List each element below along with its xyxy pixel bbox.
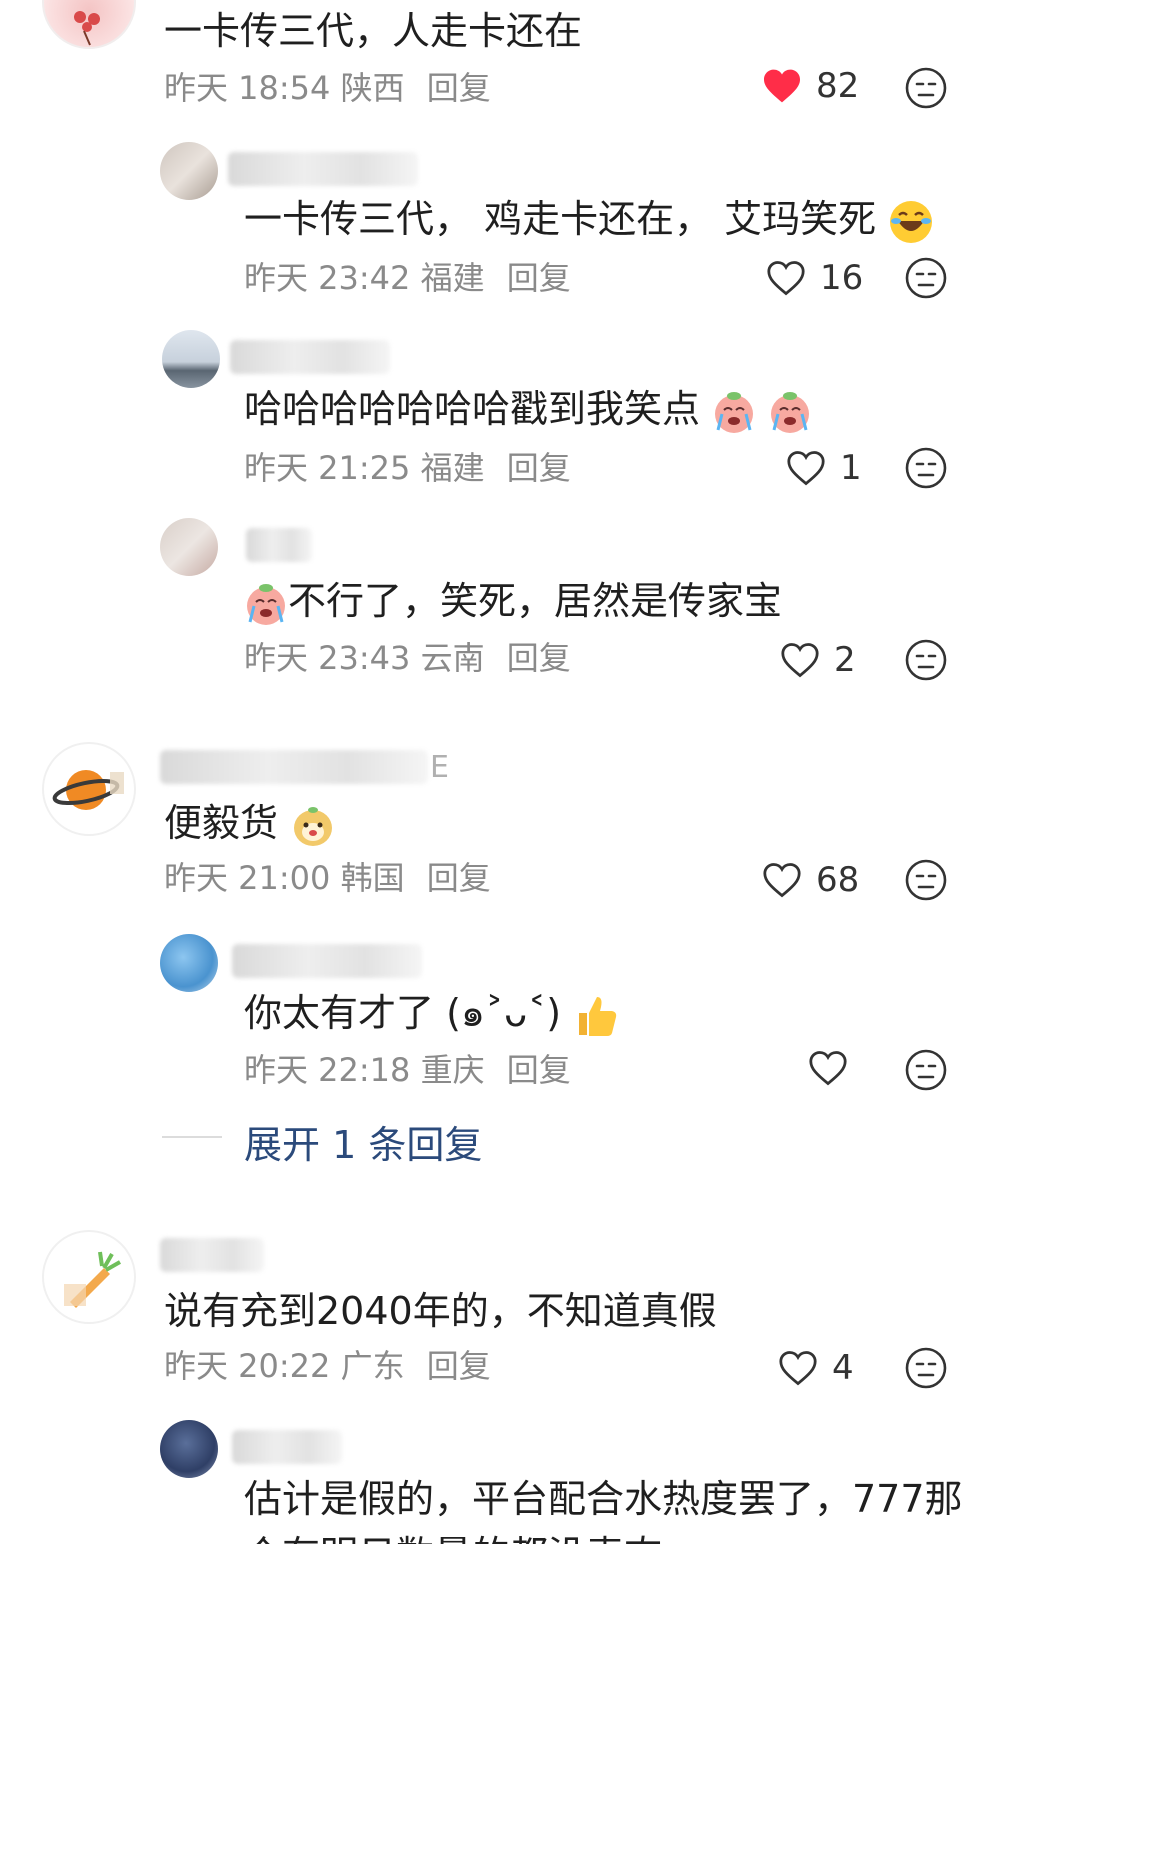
username-blurred[interactable] (160, 750, 428, 784)
crying-emoji (715, 391, 754, 433)
comment-meta: 昨天 23:43 云南 回复 (244, 638, 571, 678)
comment-location: 福建 (420, 449, 485, 487)
comment-text: 不行了，笑死，居然是传家宝 (244, 576, 782, 626)
avatar[interactable] (160, 142, 218, 200)
heart-icon (767, 261, 805, 296)
comment-location: 陕西 (340, 69, 405, 107)
planet-icon (52, 770, 124, 810)
username-blurred[interactable] (232, 944, 422, 978)
comment-location: 广东 (340, 1347, 405, 1385)
dislike-face-icon[interactable] (904, 66, 948, 110)
like-count: 82 (816, 66, 860, 106)
comment-text: 你太有才了 (๑˃ᴗ˂) (244, 988, 619, 1039)
comment-time: 昨天 20:22 (164, 1347, 331, 1385)
dislike-face-icon[interactable] (904, 446, 948, 490)
like-button[interactable]: 68 (762, 860, 859, 900)
comment-text: 一卡传三代，人走卡还在 (164, 9, 583, 53)
comment-time: 昨天 23:43 (244, 639, 411, 677)
like-count: 4 (832, 1348, 854, 1388)
expand-replies-button[interactable]: 展开 1 条回复 (244, 1114, 482, 1169)
comment-location: 福建 (420, 259, 485, 297)
comment-meta: 昨天 20:22 广东 回复 (164, 1346, 491, 1386)
comment-meta: 昨天 18:54 陕西 回复 (164, 68, 491, 108)
heart-icon (781, 643, 819, 678)
comment-text: 便毅货 (164, 798, 336, 849)
avatar[interactable] (162, 330, 220, 388)
dislike-face-icon[interactable] (904, 256, 948, 300)
like-button[interactable]: 2 (780, 640, 856, 680)
comment-text: 估计是假的，平台配合水热度罢了，777那 (244, 1477, 963, 1521)
comment-meta: 昨天 22:18 重庆 回复 (244, 1050, 571, 1090)
avatar[interactable] (160, 1420, 218, 1478)
avatar-flower-icon (74, 11, 100, 46)
avatar[interactable] (160, 934, 218, 992)
like-count: 1 (840, 448, 862, 488)
comment-text: 哈哈哈哈哈哈哈戳到我笑点 (244, 384, 812, 434)
comment-text: 一卡传三代， 鸡走卡还在， 艾玛笑死 (244, 194, 934, 245)
comment-time: 昨天 23:42 (244, 259, 411, 297)
avatar[interactable] (160, 518, 218, 576)
reply-button[interactable]: 回复 (507, 1051, 571, 1089)
crying-emoji (771, 391, 810, 433)
expand-divider (162, 1136, 222, 1138)
username-blurred[interactable] (228, 152, 418, 186)
thumbs-up-emoji (579, 996, 617, 1036)
dislike-face-icon[interactable] (904, 858, 948, 902)
username-blurred[interactable] (232, 1430, 342, 1464)
avatar[interactable] (42, 1230, 136, 1324)
heart-icon (763, 863, 801, 898)
dislike-face-icon[interactable] (904, 1048, 948, 1092)
username-blurred[interactable] (230, 340, 390, 374)
comment-time: 昨天 22:18 (244, 1051, 411, 1089)
reply-button[interactable]: 回复 (507, 449, 571, 487)
comment-location: 重庆 (420, 1051, 485, 1089)
carrot-icon (64, 1251, 121, 1308)
like-button[interactable]: 4 (778, 1348, 854, 1388)
puppy-emoji (294, 806, 333, 846)
heart-icon (779, 1351, 817, 1386)
avatar[interactable] (42, 0, 136, 49)
heart-icon (787, 451, 825, 486)
avatar[interactable] (42, 742, 136, 836)
username-blurred[interactable] (160, 1238, 264, 1272)
comment-time: 昨天 21:25 (244, 449, 411, 487)
reply-button[interactable]: 回复 (507, 639, 571, 677)
reply-button[interactable]: 回复 (427, 69, 491, 107)
comment-location: 韩国 (340, 859, 405, 897)
dislike-face-icon[interactable] (904, 1346, 948, 1390)
comment-meta: 昨天 21:25 福建 回复 (244, 448, 571, 488)
like-button[interactable]: 1 (786, 448, 862, 488)
like-count: 16 (820, 258, 864, 298)
comment-time: 昨天 18:54 (164, 69, 331, 107)
like-button[interactable]: 16 (766, 258, 863, 298)
like-count: 68 (816, 860, 860, 900)
laugh-emoji (890, 200, 933, 243)
comment-meta: 昨天 23:42 福建 回复 (244, 258, 571, 298)
like-button[interactable] (808, 1050, 862, 1086)
crying-emoji (247, 583, 285, 625)
comment-time: 昨天 21:00 (164, 859, 331, 897)
username-blurred[interactable] (246, 528, 312, 562)
dislike-face-icon[interactable] (904, 638, 948, 682)
username-suffix: E (430, 750, 449, 785)
comment-text: 说有充到2040年的，不知道真假 (164, 1289, 717, 1333)
like-button[interactable]: 82 (762, 66, 859, 106)
like-count: 2 (834, 640, 856, 680)
comment-location: 云南 (420, 639, 485, 677)
heart-icon (809, 1051, 847, 1086)
reply-button[interactable]: 回复 (427, 859, 491, 897)
heart-icon (764, 69, 800, 103)
comment-text-overflow: 个有明日数量的都没表态 (244, 1530, 662, 1544)
comment-meta: 昨天 21:00 韩国 回复 (164, 858, 491, 898)
reply-button[interactable]: 回复 (507, 259, 571, 297)
reply-button[interactable]: 回复 (427, 1347, 491, 1385)
